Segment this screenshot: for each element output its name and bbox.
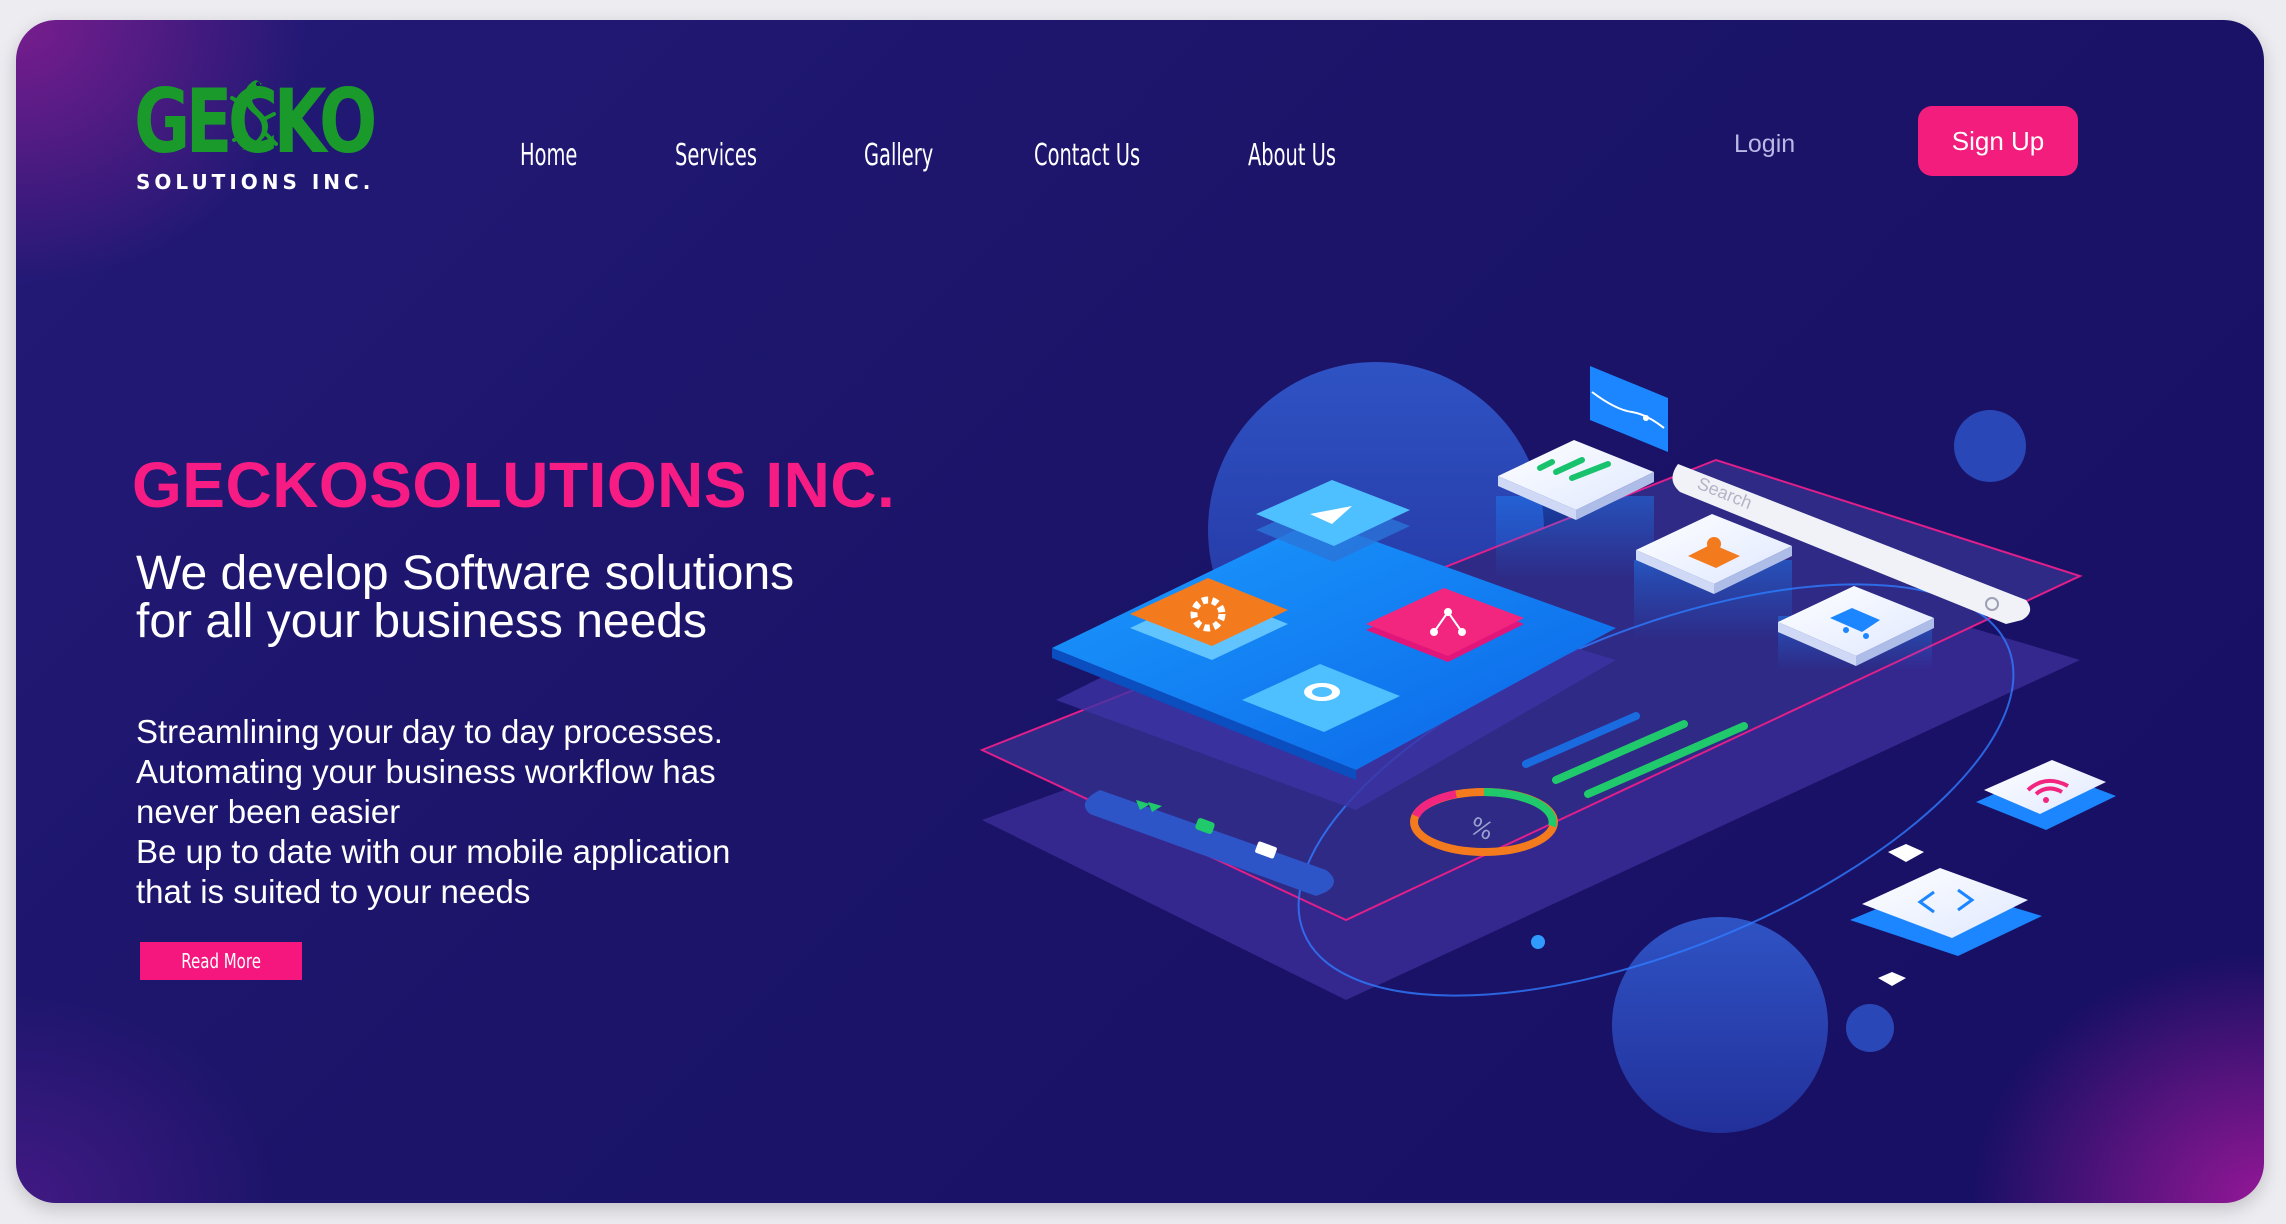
decor-tile (1888, 844, 1924, 862)
decor-tile (1878, 972, 1906, 986)
decor-circle (1954, 410, 2026, 482)
code-icon (1850, 868, 2042, 956)
orbit-dot (1531, 935, 1545, 949)
landing-page-frame: GECKO SOLUTIONS INC. Home Services Galle… (16, 20, 2264, 1203)
wifi-icon (1976, 760, 2116, 830)
decor-circle (1846, 1004, 1894, 1052)
hero-illustration: Search % (979, 362, 2116, 1133)
decor-circle (1612, 917, 1828, 1133)
chart-card-icon (1590, 366, 1668, 452)
